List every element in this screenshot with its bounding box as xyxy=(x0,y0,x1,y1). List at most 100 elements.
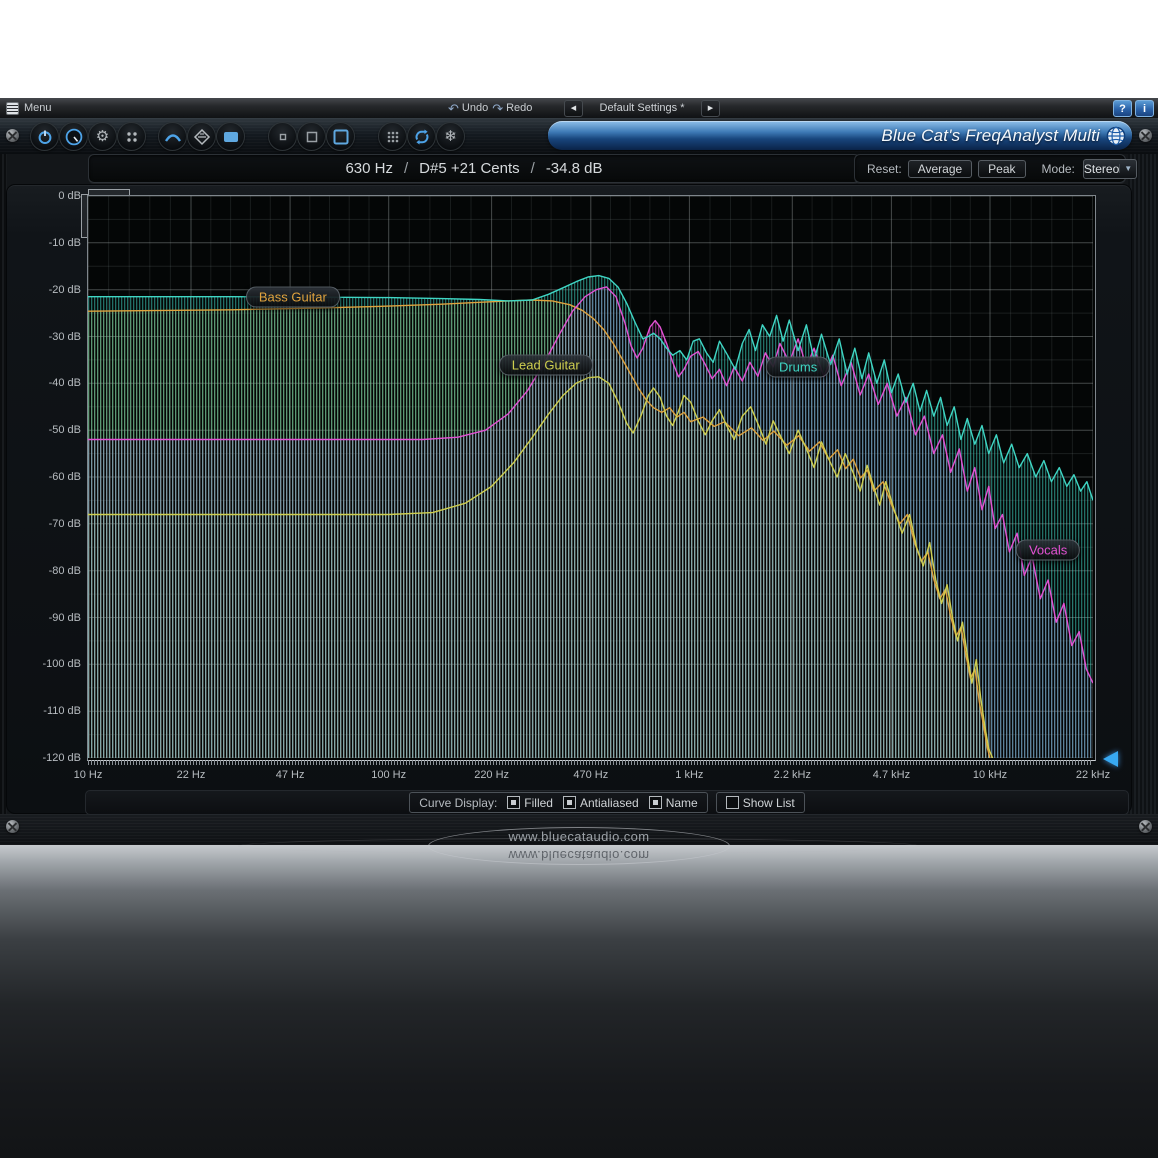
x-tick-label: 1 kHz xyxy=(675,909,703,921)
show-list-button[interactable]: Show List xyxy=(716,792,805,813)
x-tick-label: 2.2 kHz xyxy=(774,909,811,921)
small-view-button[interactable] xyxy=(268,122,297,151)
frequency-readout: 630 Hz / D#5 +21 Cents / -34.8 dB xyxy=(88,154,860,183)
reset-average-button[interactable]: Average xyxy=(908,160,972,178)
antialiased-checkbox[interactable]: Antialiased xyxy=(563,881,639,895)
mode-value: Stereo xyxy=(1084,162,1119,176)
curve-label[interactable]: Vocals xyxy=(1016,539,1080,560)
range-button[interactable] xyxy=(187,122,216,151)
x-tick-label: 22 Hz xyxy=(177,769,206,781)
preset-name[interactable]: Default Settings * xyxy=(583,102,701,114)
analyzer-panel: 0 dB-10 dB-20 dB-30 dB-40 dB-50 dB-60 dB… xyxy=(6,876,1132,1158)
chevron-down-icon: ▼ xyxy=(1119,164,1136,173)
checkbox-icon xyxy=(507,881,520,894)
slider-arrow-icon[interactable] xyxy=(1103,923,1118,939)
large-square-icon xyxy=(332,128,350,146)
frequency-tick-strip xyxy=(88,760,1093,765)
large-view-button[interactable] xyxy=(326,122,355,151)
medium-view-button[interactable] xyxy=(297,122,326,151)
x-tick-label: 47 Hz xyxy=(276,769,305,781)
power-button[interactable] xyxy=(30,122,59,151)
x-tick-label: 4.7 kHz xyxy=(873,769,910,781)
channels-button[interactable] xyxy=(117,122,146,151)
settings-button[interactable]: ⚙ xyxy=(88,122,117,151)
curve-display-bar: Curve Display: Filled Antialiased Name xyxy=(85,790,1129,815)
power-icon xyxy=(37,129,53,145)
y-tick-label: -120 dB xyxy=(31,752,81,764)
name-label: Name xyxy=(666,796,698,810)
y-tick-label: -100 dB xyxy=(31,658,81,670)
info-button[interactable]: i xyxy=(1135,100,1154,117)
right-bevel xyxy=(1128,118,1158,845)
dots-icon xyxy=(124,129,140,145)
x-tick-label: 22 kHz xyxy=(1076,909,1110,921)
checkbox-icon xyxy=(649,796,662,809)
sync-button[interactable] xyxy=(407,122,436,151)
x-tick-label: 220 Hz xyxy=(474,909,509,921)
window-bottom: www.bluecataudio.com xyxy=(0,845,1158,876)
x-tick-label: 100 Hz xyxy=(371,909,406,921)
globe-icon xyxy=(1106,126,1126,146)
curve-mode-button[interactable] xyxy=(158,122,187,151)
name-checkbox[interactable]: Name xyxy=(649,881,698,895)
y-tick-label: -90 dB xyxy=(31,1067,81,1079)
filled-checkbox[interactable]: Filled xyxy=(507,796,553,810)
show-list-button[interactable]: Show List xyxy=(716,877,805,898)
checkbox-icon xyxy=(507,796,520,809)
y-tick-label: -60 dB xyxy=(31,471,81,483)
freeze-button[interactable]: ❄ xyxy=(436,122,465,151)
snowflake-icon: ❄ xyxy=(444,129,457,144)
x-tick-label: 4.7 kHz xyxy=(873,909,910,921)
slider-arrow-icon[interactable] xyxy=(1103,751,1118,767)
filled-rect-icon xyxy=(222,130,240,144)
grid-dots-icon xyxy=(385,129,401,145)
undo-button[interactable]: ↶ Undo xyxy=(448,102,488,115)
website-text: www.bluecataudio.com xyxy=(0,829,1158,844)
antialiased-checkbox[interactable]: Antialiased xyxy=(563,796,639,810)
medium-square-icon xyxy=(304,129,320,145)
filled-checkbox[interactable]: Filled xyxy=(507,881,553,895)
screw-icon xyxy=(1139,129,1152,142)
y-tick-label: -50 dB xyxy=(31,424,81,436)
menu-button[interactable]: Menu xyxy=(0,102,52,115)
checkbox-icon xyxy=(563,796,576,809)
analyzer-panel: 0 dB-10 dB-20 dB-30 dB-40 dB-50 dB-60 dB… xyxy=(6,184,1132,814)
checkbox-icon xyxy=(563,881,576,894)
small-square-icon xyxy=(276,130,290,144)
filled-label: Filled xyxy=(524,796,553,810)
curve-label[interactable]: Bass Guitar xyxy=(246,286,340,307)
show-list-label: Show List xyxy=(743,796,795,810)
title-band: Blue Cat's FreqAnalyst Multi xyxy=(548,121,1132,150)
show-list-label: Show List xyxy=(743,881,795,895)
readout-frequency: 630 Hz xyxy=(345,160,393,177)
undo-label: Undo xyxy=(462,102,488,114)
redo-button[interactable]: ↷ Redo xyxy=(492,102,532,115)
curve-label[interactable]: Drums xyxy=(766,356,830,377)
spectrum-display[interactable]: Bass GuitarLead GuitarVocalsDrums xyxy=(87,929,1096,1158)
knob-button[interactable] xyxy=(59,122,88,151)
x-tick-label: 470 Hz xyxy=(573,909,608,921)
readout-note: D#5 +21 Cents xyxy=(419,160,519,177)
reset-peak-button[interactable]: Peak xyxy=(978,160,1025,178)
y-tick-label: -20 dB xyxy=(31,284,81,296)
spectrum-display[interactable]: Bass Guitar Lead Guitar Vocals Drums xyxy=(87,195,1096,761)
screw-icon xyxy=(1139,857,1152,870)
name-checkbox[interactable]: Name xyxy=(649,796,698,810)
fill-display-button[interactable] xyxy=(216,122,245,151)
readout-separator: / xyxy=(531,160,535,177)
redo-icon: ↷ xyxy=(492,102,503,115)
previous-preset-button[interactable]: ◀ xyxy=(564,100,583,117)
menu-icon xyxy=(6,102,19,115)
curve-display-group: Curve Display: Filled Antialiased Name xyxy=(409,877,707,898)
mode-select[interactable]: Stereo ▼ xyxy=(1083,159,1137,179)
curve-label[interactable]: Lead Guitar xyxy=(499,354,593,375)
preset-navigator: ◀ Default Settings * ▶ xyxy=(564,100,720,116)
x-tick-label: 22 kHz xyxy=(1076,769,1110,781)
curve-label[interactable]: Vocals xyxy=(1016,1130,1080,1151)
grid-button[interactable] xyxy=(378,122,407,151)
next-preset-button[interactable]: ▶ xyxy=(701,100,720,117)
help-button[interactable]: ? xyxy=(1113,100,1132,117)
plugin-title: Blue Cat's FreqAnalyst Multi xyxy=(881,126,1100,146)
curve-icon xyxy=(164,129,182,145)
mode-label: Mode: xyxy=(1042,162,1075,176)
